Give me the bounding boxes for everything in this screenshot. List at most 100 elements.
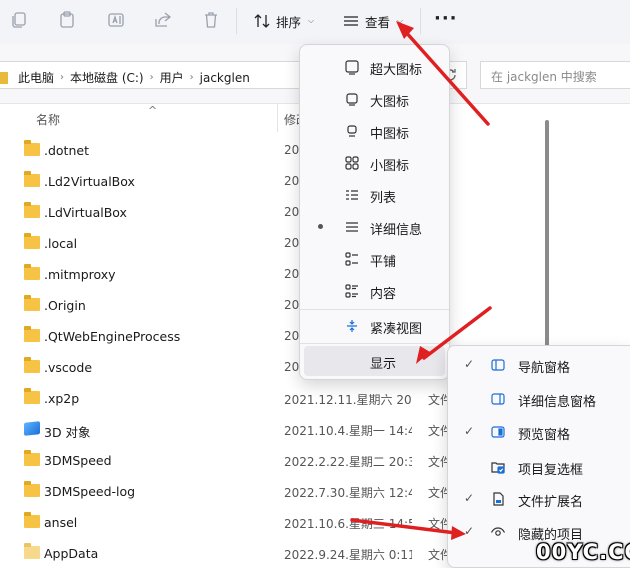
file-name: .xp2p <box>44 391 80 406</box>
chevron-right-icon[interactable]: › <box>190 72 194 83</box>
file-name: AppData <box>44 546 99 561</box>
list-item[interactable]: .Origin20夹 <box>0 290 540 321</box>
breadcrumb-item[interactable]: 本地磁盘 (C:) <box>70 69 144 86</box>
submenu-item-label: 导航窗格 <box>518 361 571 376</box>
submenu-item-item-checkboxes[interactable]: 项目复选框 <box>452 451 630 483</box>
chevron-down-icon: ⌵ <box>397 16 404 25</box>
file-name: .QtWebEngineProcess <box>44 329 181 344</box>
menu-item-label: 小图标 <box>370 159 410 174</box>
file-date: 2022.7.30.星期六 12:49 <box>284 486 412 500</box>
show-submenu: ✓ 导航窗格 详细信息窗格 ✓ 预览窗格 项目复选框 ✓ 文件扩展名 ✓ 隐藏的… <box>447 345 630 568</box>
preview-pane-icon <box>490 424 506 440</box>
file-date: 2021.12.11.星期六 20... <box>284 393 412 407</box>
details-pane-icon <box>490 391 506 407</box>
paste-icon[interactable] <box>57 10 77 30</box>
command-bar: 排序 ⌵ 查看 ⌵ ··· <box>0 0 630 44</box>
menu-item-label: 大图标 <box>370 95 410 110</box>
file-name: .LdVirtualBox <box>44 205 127 220</box>
folder-icon <box>24 264 40 280</box>
file-name: 3D 对象 <box>44 425 91 440</box>
list-item[interactable]: .LdVirtualBox20夹 <box>0 197 540 228</box>
folder-icon <box>24 202 40 218</box>
folder-icon <box>24 450 40 466</box>
file-date: 2022.9.24.星期六 0:11 <box>284 548 412 562</box>
check-icon: ✓ <box>464 491 475 505</box>
folder-icon <box>24 388 40 404</box>
folder-icon <box>24 512 40 528</box>
more-options-button[interactable]: ··· <box>434 10 458 28</box>
menu-item-label: 详细信息 <box>370 223 423 238</box>
menu-item-content[interactable]: 内容 <box>304 276 445 306</box>
3d-objects-icon <box>24 421 40 436</box>
sort-button[interactable]: 排序 ⌵ <box>253 8 314 34</box>
breadcrumb-item[interactable]: 此电脑 <box>18 69 54 86</box>
item-checkbox-icon <box>490 459 506 475</box>
file-date: 2021.10.4.星期一 14:43 <box>284 424 412 438</box>
folder-icon <box>24 233 40 249</box>
breadcrumb: 此电脑 › 本地磁盘 (C:) › 用户 › jackglen <box>0 69 250 86</box>
chevron-right-icon[interactable]: › <box>150 72 154 83</box>
watermark: 00YC.CC <box>536 540 630 564</box>
menu-item-list[interactable]: 列表 <box>304 180 445 210</box>
chevron-right-icon[interactable]: › <box>60 72 64 83</box>
menu-item-medium-icons[interactable]: 中图标 <box>304 116 445 146</box>
view-menu: 超大图标 大图标 中图标 小图标 列表 详细信息 平铺 内容 紧凑视图 显示 <box>299 44 450 380</box>
share-icon[interactable] <box>153 10 173 30</box>
file-name: .dotnet <box>44 143 89 158</box>
submenu-item-preview-pane[interactable]: ✓ 预览窗格 <box>452 416 630 448</box>
file-name: .vscode <box>44 360 93 375</box>
column-divider[interactable] <box>277 104 278 132</box>
list-item[interactable]: .dotnet20夹 <box>0 135 540 166</box>
menu-item-small-icons[interactable]: 小图标 <box>304 148 445 178</box>
menu-item-large-icons[interactable]: 大图标 <box>304 84 445 114</box>
view-button[interactable]: 查看 ⌵ <box>342 8 403 34</box>
menu-item-tiles[interactable]: 平铺 <box>304 244 445 274</box>
menu-item-compact-view[interactable]: 紧凑视图 <box>304 311 445 341</box>
extra-large-icons-icon <box>344 59 360 75</box>
check-icon: ✓ <box>464 524 475 538</box>
breadcrumb-item[interactable]: jackglen <box>200 71 250 85</box>
folder-icon <box>24 295 40 311</box>
menu-divider <box>300 309 449 310</box>
submenu-item-file-extensions[interactable]: ✓ 文件扩展名 <box>452 483 630 515</box>
menu-item-label: 内容 <box>370 287 397 302</box>
file-name: 3DMSpeed <box>44 453 112 468</box>
menu-item-label: 超大图标 <box>370 63 423 78</box>
file-name: ansel <box>44 515 78 530</box>
compact-view-icon <box>344 318 360 334</box>
small-icons-icon <box>344 155 360 171</box>
file-name: .mitmproxy <box>44 267 116 282</box>
menu-item-extra-large-icons[interactable]: 超大图标 <box>304 52 445 82</box>
search-input[interactable]: 在 jackglen 中搜索 <box>480 61 630 89</box>
folder-icon <box>24 140 40 156</box>
list-item[interactable]: .local20夹 <box>0 228 540 259</box>
menu-item-label: 平铺 <box>370 255 397 270</box>
selected-indicator-icon <box>318 224 323 229</box>
menu-item-details[interactable]: 详细信息 <box>304 212 445 242</box>
file-name: 3DMSpeed-log <box>44 484 136 499</box>
sort-icon <box>253 12 271 30</box>
menu-item-label: 紧凑视图 <box>370 322 423 337</box>
rename-icon[interactable] <box>106 10 126 30</box>
hidden-items-icon <box>490 524 506 540</box>
copy-icon[interactable] <box>9 10 29 30</box>
delete-icon[interactable] <box>201 10 221 30</box>
large-icons-icon <box>344 91 360 107</box>
view-icon <box>342 12 360 30</box>
medium-icons-icon <box>344 123 360 139</box>
column-header-name[interactable]: 名称 <box>36 111 60 128</box>
list-item[interactable]: .Ld2VirtualBox20夹 <box>0 166 540 197</box>
details-icon <box>344 219 360 235</box>
folder-pale-icon <box>24 543 40 559</box>
submenu-item-details-pane[interactable]: 详细信息窗格 <box>452 383 630 415</box>
navigation-pane-icon <box>490 357 506 373</box>
check-icon: ✓ <box>464 357 475 371</box>
list-item[interactable]: .mitmproxy20夹 <box>0 259 540 290</box>
menu-item-show[interactable]: 显示 <box>304 346 445 376</box>
menu-item-label: 显示 <box>370 357 397 372</box>
breadcrumb-item[interactable]: 用户 <box>160 69 184 86</box>
submenu-item-label: 详细信息窗格 <box>518 395 597 410</box>
submenu-item-navigation-pane[interactable]: ✓ 导航窗格 <box>452 349 630 381</box>
folder-icon <box>24 171 40 187</box>
file-name: .local <box>44 236 78 251</box>
